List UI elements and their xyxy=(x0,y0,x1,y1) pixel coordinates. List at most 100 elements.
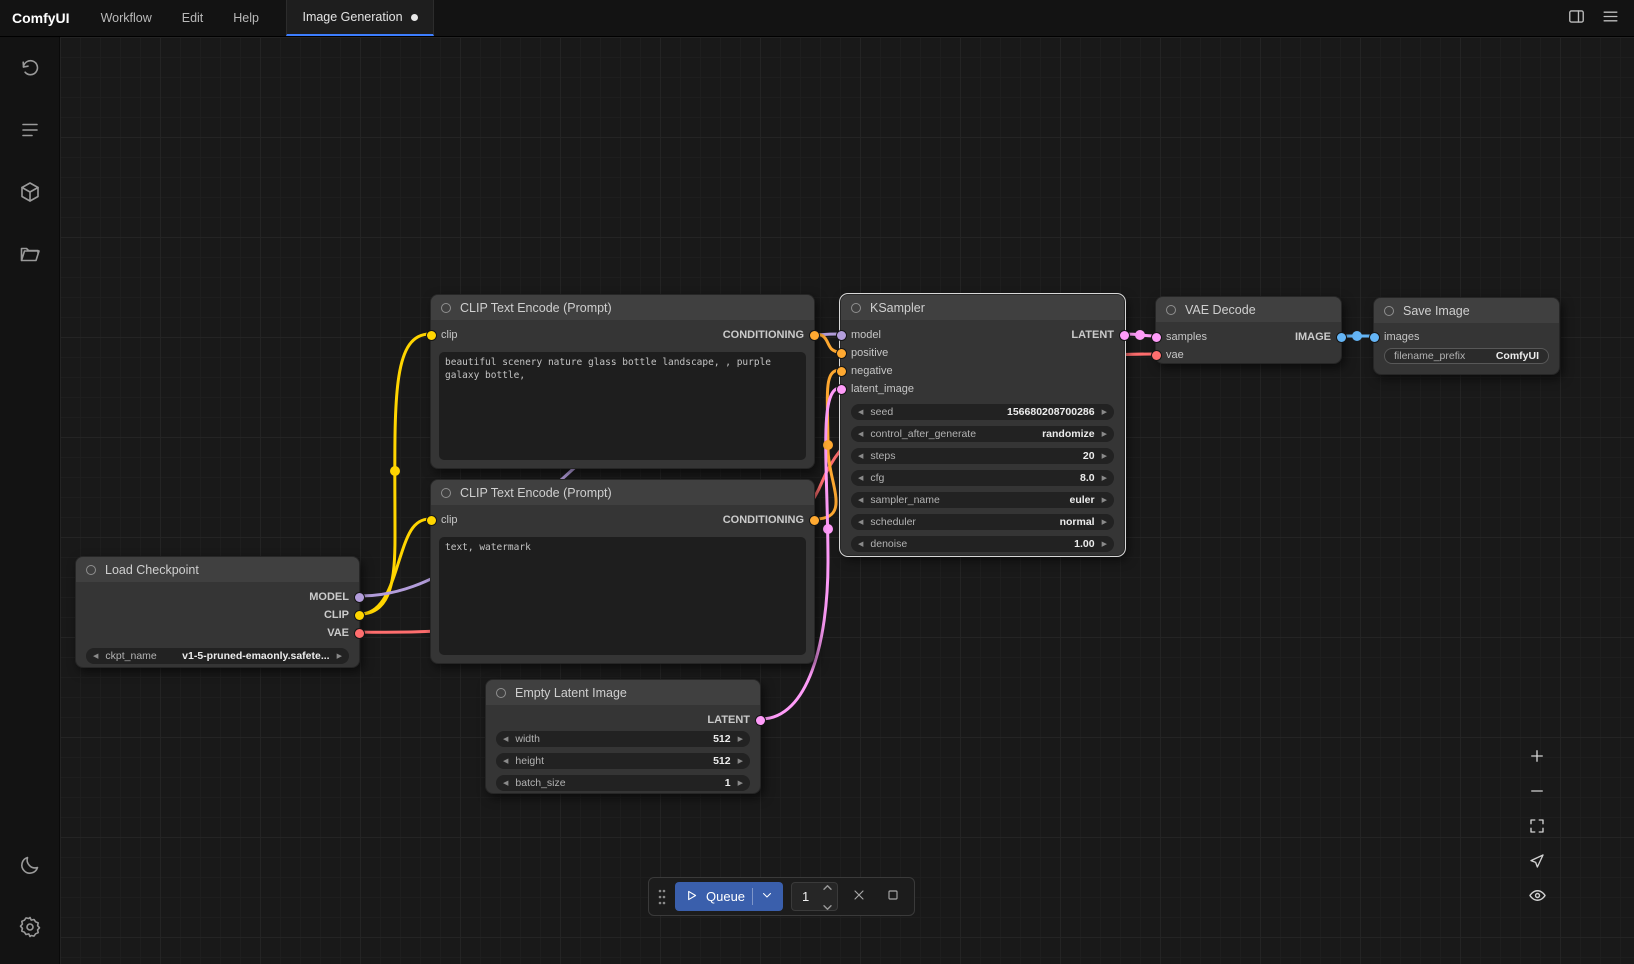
output-port-image[interactable] xyxy=(1337,333,1346,342)
output-port-model[interactable] xyxy=(355,593,364,602)
widget-denoise[interactable]: ◀ denoise 1.00 ▶ xyxy=(851,536,1114,552)
sidebar-item-queue-history[interactable] xyxy=(12,51,48,87)
menu-workflow[interactable]: Workflow xyxy=(86,0,167,36)
node-header[interactable]: CLIP Text Encode (Prompt) xyxy=(431,295,814,320)
input-port-images[interactable] xyxy=(1370,333,1379,342)
node-ksampler[interactable]: KSampler model LATENT positive negative … xyxy=(840,294,1125,556)
input-port-model[interactable] xyxy=(837,331,846,340)
decrement-arrow-icon[interactable]: ◀ xyxy=(858,541,863,548)
decrement-arrow-icon[interactable]: ◀ xyxy=(858,431,863,438)
batch-count-input[interactable]: 1 xyxy=(791,882,838,911)
input-port-latent-image[interactable] xyxy=(837,385,846,394)
output-port-clip[interactable] xyxy=(355,611,364,620)
decrement-arrow-icon[interactable]: ◀ xyxy=(858,475,863,482)
increment-arrow-icon[interactable]: ▶ xyxy=(738,780,743,787)
menu-edit[interactable]: Edit xyxy=(167,0,219,36)
widget-width[interactable]: ◀ width 512 ▶ xyxy=(496,731,750,747)
increment-arrow-icon[interactable]: ▶ xyxy=(1102,541,1107,548)
input-port-samples[interactable] xyxy=(1152,333,1161,342)
main-menu-button[interactable] xyxy=(1596,4,1624,32)
node-header[interactable]: Save Image xyxy=(1374,298,1559,323)
node-graph-canvas[interactable]: Load Checkpoint MODEL CLIP VAE ◀ ckpt_na… xyxy=(60,37,1634,964)
theme-toggle-button[interactable] xyxy=(12,848,48,884)
tab-image-generation[interactable]: Image Generation xyxy=(286,0,434,36)
decrement-arrow-icon[interactable]: ◀ xyxy=(503,758,508,765)
widget-steps[interactable]: ◀ steps 20 ▶ xyxy=(851,448,1114,464)
widget-cfg[interactable]: ◀ cfg 8.0 ▶ xyxy=(851,470,1114,486)
sidebar-item-workflows[interactable] xyxy=(12,237,48,273)
decrement-arrow-icon[interactable]: ◀ xyxy=(858,497,863,504)
widget-batch-size[interactable]: ◀ batch_size 1 ▶ xyxy=(496,775,750,791)
menu-help[interactable]: Help xyxy=(218,0,274,36)
prompt-text-area[interactable]: beautiful scenery nature glass bottle la… xyxy=(439,352,806,460)
select-mode-button[interactable] xyxy=(1524,849,1550,875)
output-port-vae[interactable] xyxy=(355,629,364,638)
queue-button[interactable]: Queue xyxy=(675,882,783,911)
node-header[interactable]: Empty Latent Image xyxy=(486,680,760,705)
node-load-checkpoint[interactable]: Load Checkpoint MODEL CLIP VAE ◀ ckpt_na… xyxy=(75,556,360,668)
collapse-dot[interactable] xyxy=(441,488,451,498)
decrement-arrow-icon[interactable]: ◀ xyxy=(503,780,508,787)
node-clip-text-encode-positive[interactable]: CLIP Text Encode (Prompt) clip CONDITION… xyxy=(430,294,815,469)
node-clip-text-encode-negative[interactable]: CLIP Text Encode (Prompt) clip CONDITION… xyxy=(430,479,815,664)
drag-handle-icon[interactable] xyxy=(657,887,667,907)
settings-button[interactable] xyxy=(12,910,48,946)
collapse-dot[interactable] xyxy=(441,303,451,313)
collapse-dot[interactable] xyxy=(496,688,506,698)
collapse-dot[interactable] xyxy=(1166,305,1176,315)
stop-button[interactable] xyxy=(880,884,906,910)
widget-filename-prefix[interactable]: filename_prefix ComfyUI xyxy=(1384,348,1549,364)
collapse-dot[interactable] xyxy=(1384,306,1394,316)
toggle-panel-button[interactable] xyxy=(1562,4,1590,32)
input-port-vae[interactable] xyxy=(1152,351,1161,360)
collapse-dot[interactable] xyxy=(851,303,861,313)
input-port-positive[interactable] xyxy=(837,349,846,358)
sidebar-item-model-library[interactable] xyxy=(12,175,48,211)
output-port-latent[interactable] xyxy=(1120,331,1129,340)
increment-arrow-icon[interactable]: ▶ xyxy=(738,758,743,765)
fit-view-button[interactable] xyxy=(1524,814,1550,840)
widget-ckpt-name[interactable]: ◀ ckpt_name v1-5-pruned-emaonly.safete..… xyxy=(86,648,349,664)
increment-arrow-icon[interactable]: ▶ xyxy=(1102,519,1107,526)
sidebar-item-node-library[interactable] xyxy=(12,113,48,149)
output-port-conditioning[interactable] xyxy=(810,516,819,525)
stepper-up-icon[interactable] xyxy=(822,878,833,896)
chevron-down-icon[interactable] xyxy=(760,888,774,905)
widget-control-after-generate[interactable]: ◀ control_after_generate randomize ▶ xyxy=(851,426,1114,442)
increment-arrow-icon[interactable]: ▶ xyxy=(738,736,743,743)
node-header[interactable]: KSampler xyxy=(841,295,1124,320)
stepper-down-icon[interactable] xyxy=(822,898,833,916)
increment-arrow-icon[interactable]: ▶ xyxy=(1102,475,1107,482)
batch-count-value[interactable]: 1 xyxy=(802,889,816,904)
output-port-latent[interactable] xyxy=(756,716,765,725)
clear-queue-button[interactable] xyxy=(846,884,872,910)
decrement-arrow-icon[interactable]: ◀ xyxy=(93,653,98,660)
zoom-out-button[interactable] xyxy=(1524,779,1550,805)
node-header[interactable]: VAE Decode xyxy=(1156,297,1341,322)
widget-scheduler[interactable]: ◀ scheduler normal ▶ xyxy=(851,514,1114,530)
increment-arrow-icon[interactable]: ▶ xyxy=(1102,453,1107,460)
zoom-in-button[interactable] xyxy=(1524,744,1550,770)
increment-arrow-icon[interactable]: ▶ xyxy=(1102,497,1107,504)
increment-arrow-icon[interactable]: ▶ xyxy=(1102,431,1107,438)
node-empty-latent-image[interactable]: Empty Latent Image LATENT ◀ width 512 ▶ … xyxy=(485,679,761,794)
toggle-links-visibility-button[interactable] xyxy=(1524,884,1550,910)
input-port-clip[interactable] xyxy=(427,516,436,525)
decrement-arrow-icon[interactable]: ◀ xyxy=(503,736,508,743)
collapse-dot[interactable] xyxy=(86,565,96,575)
widget-seed[interactable]: ◀ seed 156680208700286 ▶ xyxy=(851,404,1114,420)
widget-sampler-name[interactable]: ◀ sampler_name euler ▶ xyxy=(851,492,1114,508)
decrement-arrow-icon[interactable]: ◀ xyxy=(858,453,863,460)
increment-arrow-icon[interactable]: ▶ xyxy=(1102,409,1107,416)
decrement-arrow-icon[interactable]: ◀ xyxy=(858,409,863,416)
decrement-arrow-icon[interactable]: ◀ xyxy=(858,519,863,526)
input-port-negative[interactable] xyxy=(837,367,846,376)
node-vae-decode[interactable]: VAE Decode samples IMAGE vae xyxy=(1155,296,1342,364)
prompt-text-area[interactable]: text, watermark xyxy=(439,537,806,655)
output-port-conditioning[interactable] xyxy=(810,331,819,340)
input-port-clip[interactable] xyxy=(427,331,436,340)
widget-height[interactable]: ◀ height 512 ▶ xyxy=(496,753,750,769)
node-header[interactable]: CLIP Text Encode (Prompt) xyxy=(431,480,814,505)
node-save-image[interactable]: Save Image images filename_prefix ComfyU… xyxy=(1373,297,1560,375)
increment-arrow-icon[interactable]: ▶ xyxy=(337,653,342,660)
